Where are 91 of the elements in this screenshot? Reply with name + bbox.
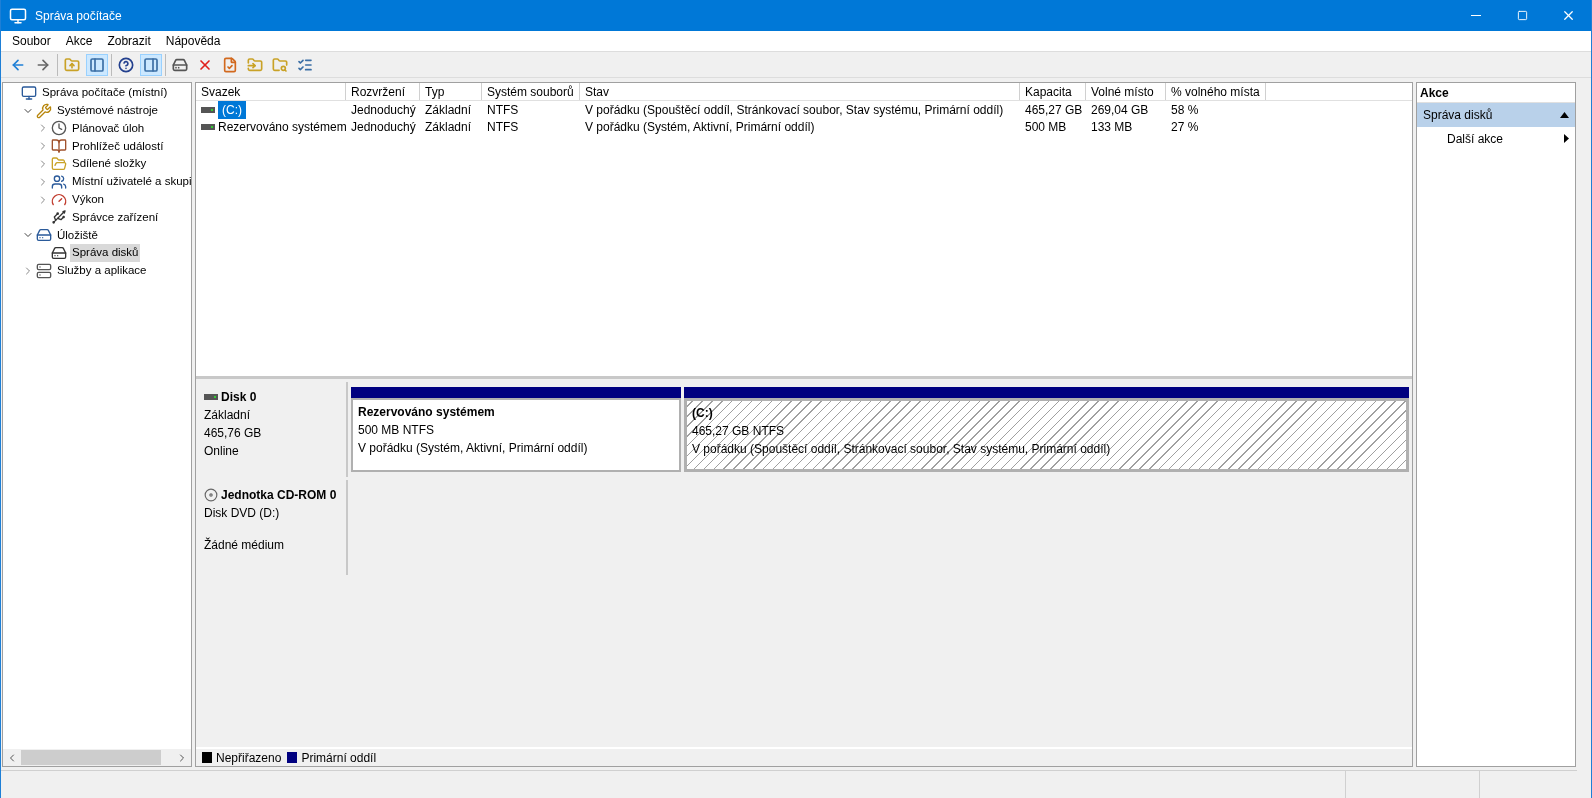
table-cell-text: 465,27 GB (1025, 101, 1083, 119)
submenu-triangle-icon (1564, 134, 1569, 143)
tree-item[interactable]: Místní uživatelé a skupi (70, 173, 191, 191)
menu-item[interactable]: Soubor (5, 32, 58, 50)
drive-icon (201, 124, 215, 131)
table-cell-text: Jednoduchý (351, 119, 416, 137)
table-cell-text: Základní (425, 119, 472, 137)
minimize-icon (1471, 15, 1481, 16)
toolbar-button[interactable] (140, 53, 162, 76)
disk-name: Jednotka CD-ROM 0 (221, 487, 337, 504)
show-tree-pane-icon (89, 56, 105, 73)
clock-icon (51, 120, 67, 137)
disk-drive-icon (51, 245, 67, 262)
computer-icon (21, 84, 37, 101)
column-header[interactable]: Svazek (196, 83, 346, 100)
menu-item[interactable]: Nápověda (158, 32, 228, 50)
table-row[interactable]: Rezervováno systémem Jednoduchý Základní NTFS V pořádku (Systém, Aktivní, Primární oddíl) 500 MB 133 MB 27 % (196, 118, 1412, 136)
storage-icon (36, 227, 52, 244)
table-cell-text: Základní (425, 101, 472, 119)
shared-folder-icon (51, 156, 67, 173)
maximize-icon (1516, 10, 1528, 21)
tree-item[interactable]: Prohlížeč událostí (70, 137, 166, 155)
table-cell-text: 27 % (1171, 119, 1199, 137)
table-cell-text: 500 MB (1025, 119, 1067, 137)
action-item[interactable]: Další akce (1417, 127, 1575, 150)
column-header[interactable]: Kapacita (1020, 83, 1086, 100)
help-icon (118, 56, 134, 73)
horizontal-scrollbar[interactable] (3, 749, 191, 766)
column-header[interactable]: Systém souborů (482, 83, 580, 100)
partition-status: V pořádku (Spouštěcí oddíl, Stránkovací soubor, Stav systému, Primární oddíl) (692, 441, 1112, 458)
disk-name: Disk 0 (221, 389, 257, 406)
table-cell-text: Jednoduchý (351, 101, 416, 119)
column-header[interactable]: Rozvržení (346, 83, 420, 100)
cd-drive-icon (204, 488, 218, 502)
event-log-icon (51, 138, 67, 155)
action-section-header[interactable]: Správa disků (1417, 103, 1575, 127)
disk-type: Základní (204, 407, 252, 424)
wrench-icon (36, 102, 52, 119)
device-icon (51, 209, 67, 226)
table-cell-text: 133 MB (1091, 119, 1133, 137)
tree-item[interactable]: Služby a aplikace (55, 262, 149, 280)
folder-up-icon (64, 56, 80, 73)
table-row[interactable]: (C:) Jednoduchý Základní NTFS V pořádku (Spouštěcí oddíl, Stránkovací soubor, Stav systému, Primární oddíl) 465,27 GB 269,04 GB 58 % (196, 101, 1412, 119)
collapse-triangle-icon[interactable] (1560, 112, 1569, 118)
gauge-icon (51, 191, 67, 208)
table-cell-text: NTFS (487, 119, 519, 137)
tree-item[interactable]: Plánovač úloh (70, 119, 147, 138)
partition-name: (C:) (692, 405, 714, 422)
partition-size: 465,27 GB NTFS (692, 423, 786, 440)
tree-item[interactable]: Správa disků (70, 244, 141, 262)
disk-status: Žádné médium (204, 536, 286, 554)
window-title: Správa počítače (35, 7, 123, 25)
computer-management-icon (9, 6, 27, 25)
table-cell-text: NTFS (487, 101, 519, 119)
column-header[interactable]: Stav (580, 83, 1020, 100)
partition-status: V pořádku (Systém, Aktivní, Primární oddíl) (358, 440, 589, 457)
column-header[interactable]: Typ (420, 83, 482, 100)
server-icon (36, 262, 52, 279)
tree-item[interactable]: Výkon (70, 191, 106, 209)
column-header[interactable]: Volné místo (1086, 83, 1166, 100)
folder-search-icon (272, 56, 288, 73)
properties-icon (222, 56, 238, 73)
legend-label: Nepřiřazeno (216, 749, 282, 767)
table-cell-text: Rezervováno systémem (218, 119, 347, 137)
disk-status: Online (204, 443, 240, 460)
drive-icon (172, 56, 188, 73)
table-cell-text: V pořádku (Spouštěcí oddíl, Stránkovací soubor, Stav systému, Primární oddíl) (585, 101, 1004, 119)
partition-block[interactable]: (C:) 465,27 GB NTFS V pořádku (Spouštěcí oddíl, Stránkovací soubor, Stav systému, Primární oddíl) (684, 398, 1409, 472)
partition-name: Rezervováno systémem (358, 404, 496, 421)
tree-item[interactable]: Sdílené složky (70, 155, 149, 173)
table-cell-text: 58 % (1171, 101, 1199, 119)
partition-size: 500 MB NTFS (358, 422, 436, 439)
table-cell-text: 269,04 GB (1091, 101, 1149, 119)
tree-item[interactable]: Systémové nástroje (55, 102, 160, 120)
show-action-pane-icon (143, 56, 159, 73)
tree-item[interactable]: Úložiště (55, 226, 100, 244)
disk-type: Disk DVD (D:) (204, 505, 281, 522)
menu-item[interactable]: Zobrazit (100, 32, 158, 50)
menu-item[interactable]: Akce (58, 32, 100, 50)
tree-item[interactable]: Správce zařízení (70, 208, 161, 227)
disk-size: 465,76 GB (204, 425, 263, 442)
partition-block[interactable]: Rezervováno systémem 500 MB NTFS V pořádku (Systém, Aktivní, Primární oddíl) (351, 398, 681, 472)
toolbar-button[interactable] (86, 53, 108, 76)
scroll-thumb[interactable] (21, 750, 161, 765)
folder-arrow-icon (247, 56, 263, 73)
tree-item[interactable]: Správa počítače (místní) (40, 84, 170, 102)
legend-label: Primární oddíl (301, 749, 377, 767)
users-icon (51, 173, 67, 190)
table-cell-text: V pořádku (Systém, Aktivní, Primární oddíl) (585, 119, 815, 137)
drive-icon (201, 106, 215, 113)
column-header[interactable]: % volného místa (1166, 83, 1266, 100)
